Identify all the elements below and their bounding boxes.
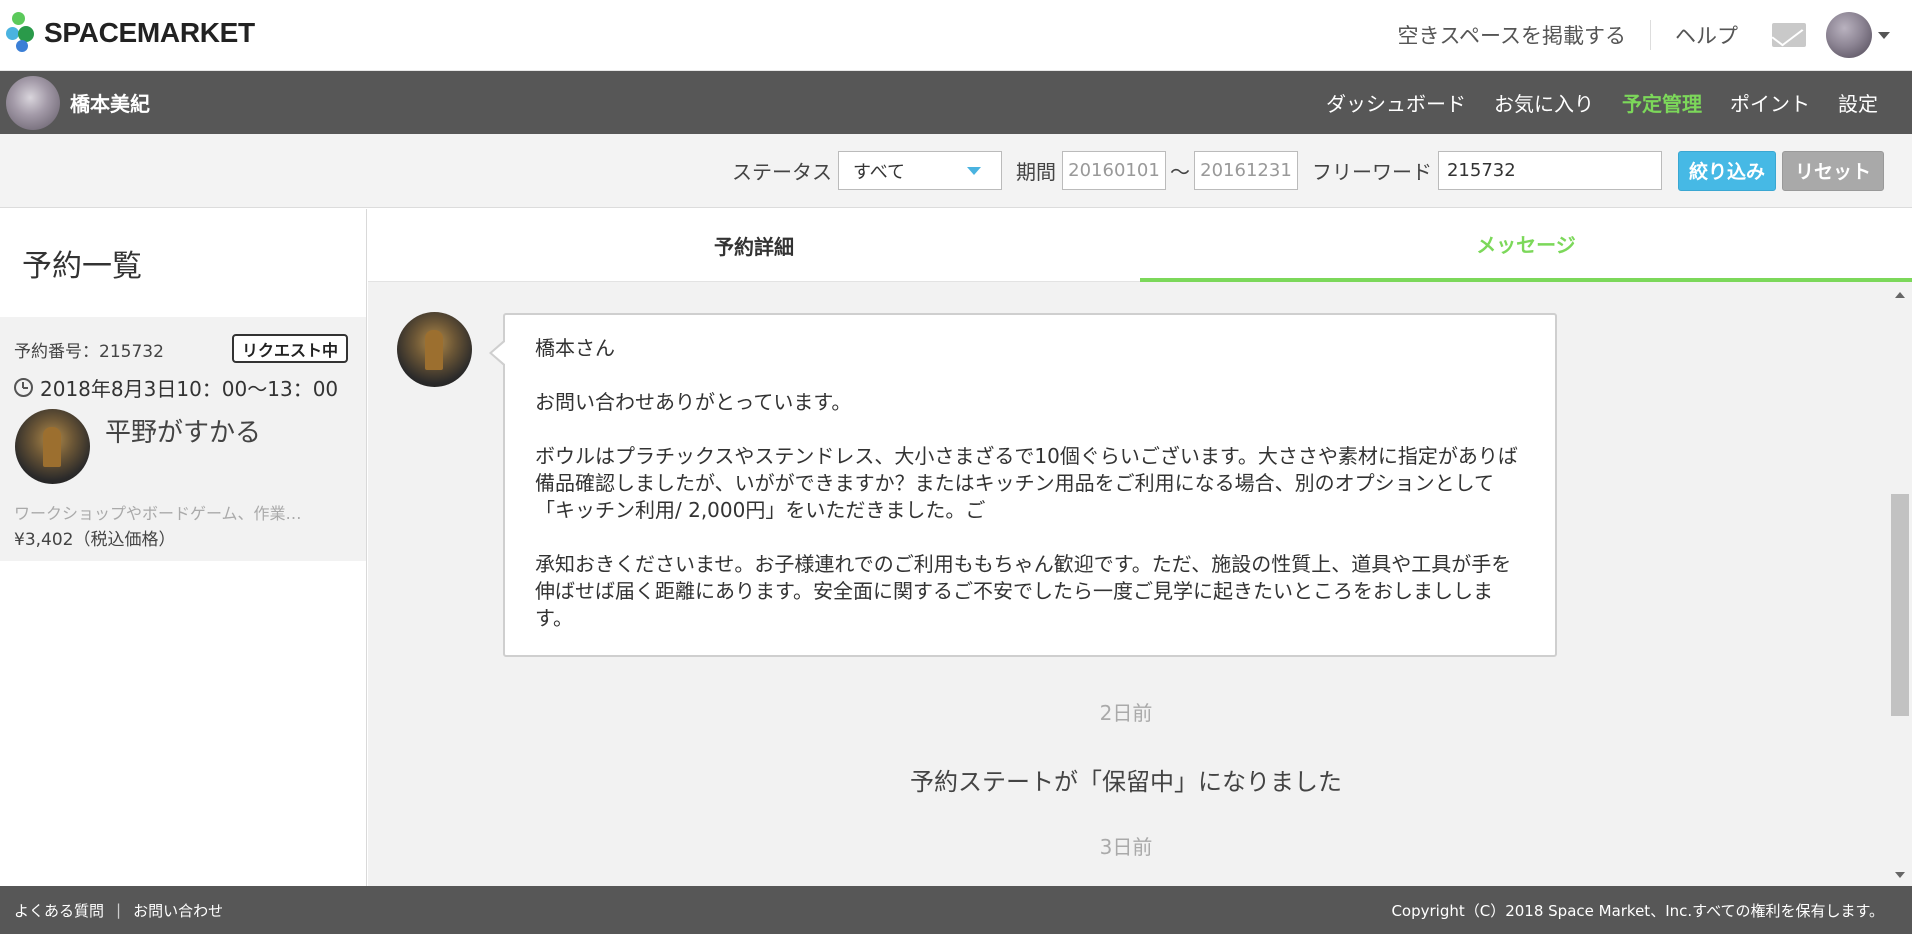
scroll-down-icon[interactable]	[1895, 872, 1905, 878]
detail-tabs: 予約詳細 メッセージ	[368, 209, 1912, 282]
status-select[interactable]: すべて	[837, 151, 1002, 190]
reservation-datetime-text: 2018年8月3日10：00～13：00	[40, 377, 339, 401]
nav-favorites[interactable]: お気に入り	[1480, 88, 1608, 117]
tab-messages[interactable]: メッセージ	[1140, 209, 1912, 282]
date-to-input[interactable]: 20161231	[1193, 151, 1298, 190]
faq-link[interactable]: よくある質問	[14, 900, 104, 921]
user-avatar[interactable]	[6, 75, 60, 130]
reset-button[interactable]: リセット	[1781, 150, 1884, 191]
reservation-list-panel: 予約一覧 予約番号：215732 リクエスト中 2018年8月3日10：00～1…	[0, 209, 367, 886]
spacemarket-logo[interactable]: SPACEMARKET	[6, 12, 255, 54]
nav-points[interactable]: ポイント	[1716, 88, 1824, 117]
period-tilde: ～	[1169, 160, 1190, 184]
message-line: お問い合わせありがとっています。	[535, 390, 852, 414]
scrollbar-thumb[interactable]	[1891, 494, 1909, 716]
mail-icon[interactable]	[1772, 23, 1806, 47]
sender-avatar	[397, 312, 472, 387]
message-timestamp: 3日前	[1099, 835, 1153, 859]
dropdown-arrow-icon	[966, 167, 981, 175]
message-bubble: 橋本さん お問い合わせありがとっています。 ボウルはプラチックスやステンドレス、…	[489, 313, 1557, 657]
keyword-input[interactable]: 215732	[1437, 151, 1662, 190]
message-scrollbar[interactable]	[1888, 282, 1912, 886]
filter-bar: ステータス すべて 期間 20160101 ～ 20161231 フリーワード …	[0, 134, 1912, 208]
status-change-notice: 予約ステートが「保留中」になりました	[910, 768, 1342, 796]
reservation-list-title: 予約一覧	[22, 249, 142, 284]
status-select-value: すべて	[852, 161, 905, 183]
nav-schedule[interactable]: 予定管理	[1608, 88, 1716, 117]
contact-link[interactable]: お問い合わせ	[133, 900, 223, 921]
tab-reservation-detail[interactable]: 予約詳細	[368, 209, 1140, 282]
scroll-up-icon[interactable]	[1895, 292, 1905, 298]
user-name[interactable]: 橋本美紀	[70, 88, 150, 117]
space-description: ワークショップやボードゲーム、作業…	[14, 504, 302, 523]
message-paragraph: 承知おきくださいませ。お子様連れでのご利用ももちゃん歓迎です。ただ、施設の性質上…	[535, 552, 1512, 630]
list-space-link[interactable]: 空きスペースを掲載する	[1374, 20, 1650, 50]
user-bar: 橋本美紀 ダッシュボード お気に入り 予定管理 ポイント 設定	[0, 71, 1912, 134]
status-badge: リクエスト中	[232, 334, 349, 363]
period-label: 期間	[1015, 160, 1056, 184]
nav-settings[interactable]: 設定	[1824, 88, 1892, 117]
copyright: Copyright（C）2018 Space Market、Inc.すべての権利…	[1391, 901, 1884, 920]
chevron-down-icon[interactable]	[1878, 31, 1890, 39]
message-greeting: 橋本さん	[535, 336, 615, 360]
host-avatar	[15, 409, 90, 484]
footer-separator: |	[116, 901, 122, 919]
keyword-label: フリーワード	[1311, 160, 1432, 184]
filter-button[interactable]: 絞り込み	[1677, 150, 1776, 191]
nav-dashboard[interactable]: ダッシュボード	[1312, 88, 1480, 117]
logo-icon	[6, 12, 42, 54]
account-avatar[interactable]	[1826, 12, 1872, 58]
help-link[interactable]: ヘルプ	[1651, 20, 1762, 50]
logo-text: SPACEMARKET	[44, 17, 255, 48]
status-label: ステータス	[731, 160, 832, 184]
message-timestamp: 2日前	[1099, 701, 1153, 725]
message-paragraph: ボウルはプラチックスやステンドレス、大小さまざるで10個ぐらいございます。大ささ…	[535, 444, 1518, 522]
reservation-number: 予約番号：215732	[14, 342, 164, 362]
reservation-datetime: 2018年8月3日10：00～13：00	[14, 373, 338, 402]
host-name: 平野がすかる	[105, 418, 262, 448]
clock-icon	[14, 378, 33, 397]
date-from-input[interactable]: 20160101	[1061, 151, 1166, 190]
reservation-card[interactable]: 予約番号：215732 リクエスト中 2018年8月3日10：00～13：00 …	[0, 317, 366, 561]
reservation-price: ¥3,402（税込価格）	[14, 530, 176, 550]
reservation-detail-panel: 予約詳細 メッセージ 橋本さん お問い合わせありがとっています。 ボウルはプラチ…	[368, 209, 1912, 886]
footer: よくある質問 | お問い合わせ Copyright（C）2018 Space M…	[0, 886, 1912, 934]
top-header: SPACEMARKET 空きスペースを掲載する ヘルプ	[0, 0, 1912, 71]
user-nav: ダッシュボード お気に入り 予定管理 ポイント 設定	[1312, 88, 1892, 117]
